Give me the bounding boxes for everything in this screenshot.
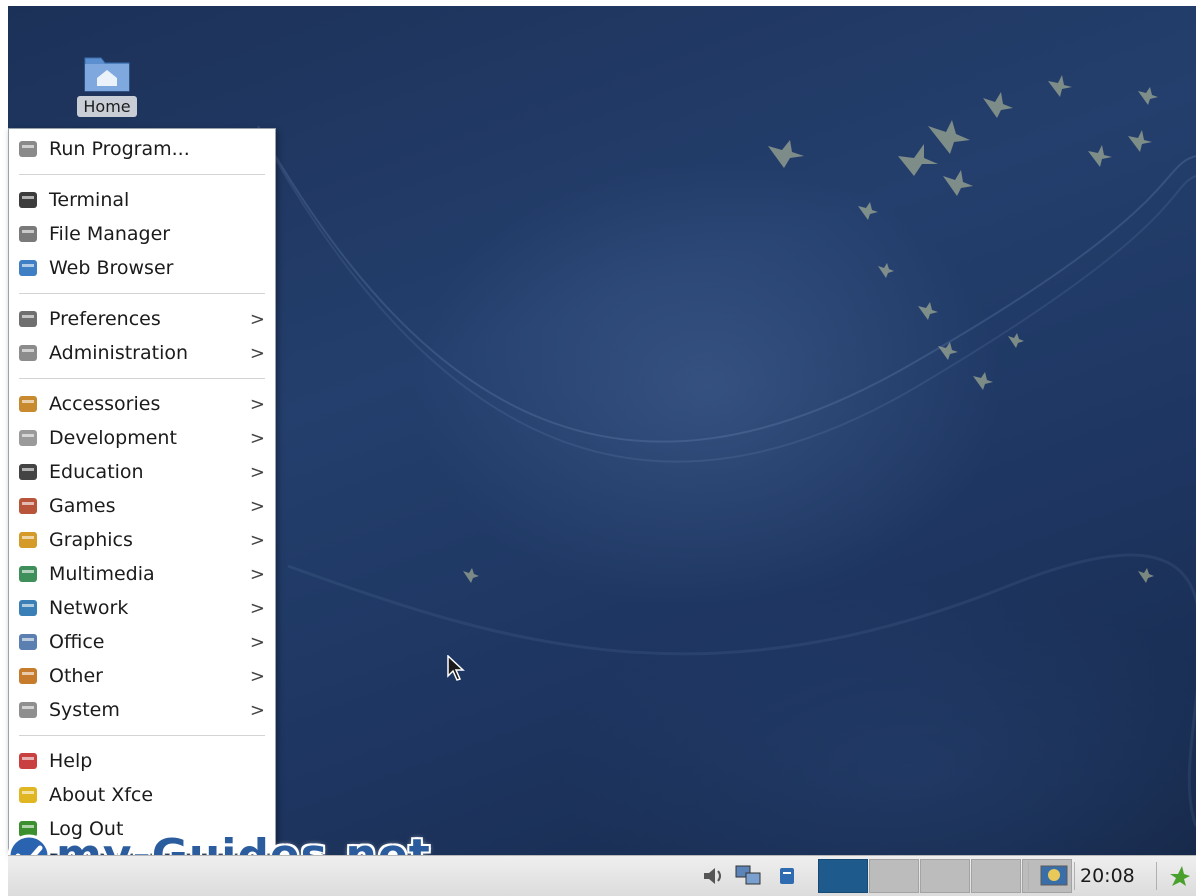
about-icon (19, 787, 37, 803)
workspace-1[interactable] (818, 859, 868, 893)
menu-item-label: Administration (49, 342, 189, 364)
volume-icon[interactable] (700, 863, 726, 889)
administration-icon (19, 345, 37, 361)
submenu-arrow-icon: > (249, 598, 265, 619)
menu-item-about-xfce[interactable]: About Xfce (9, 778, 275, 812)
workspace-2[interactable] (869, 859, 919, 893)
menu-item-label: Accessories (49, 393, 161, 415)
menu-item-label: Terminal (49, 189, 130, 211)
games-icon (19, 498, 37, 514)
terminal-icon (19, 192, 37, 208)
divider (1074, 862, 1075, 890)
menu-item-label: System (49, 699, 120, 721)
submenu-arrow-icon: > (249, 343, 265, 364)
accessories-icon (19, 396, 37, 412)
graphics-icon (19, 532, 37, 548)
menu-separator (19, 735, 265, 736)
submenu-arrow-icon: > (249, 462, 265, 483)
menu-item-label: Office (49, 631, 105, 653)
submenu-arrow-icon: > (249, 564, 265, 585)
menu-item-multimedia[interactable]: Multimedia > (9, 557, 275, 591)
network-icon (19, 600, 37, 616)
menu-item-graphics[interactable]: Graphics > (9, 523, 275, 557)
menu-item-network[interactable]: Network > (9, 591, 275, 625)
menu-item-label: Games (49, 495, 116, 517)
menu-item-label: Graphics (49, 529, 133, 551)
menu-item-label: Web Browser (49, 257, 174, 279)
menu-item-education[interactable]: Education > (9, 455, 275, 489)
office-icon (19, 634, 37, 650)
clipboard-icon[interactable] (776, 863, 798, 889)
multimedia-icon (19, 566, 37, 582)
desktop-icon-label: Home (77, 96, 137, 117)
menu-item-label: Network (49, 597, 129, 619)
submenu-arrow-icon: > (249, 530, 265, 551)
menu-item-other[interactable]: Other > (9, 659, 275, 693)
xfce-mouse-icon[interactable] (1164, 862, 1192, 890)
menu-item-label: About Xfce (49, 784, 154, 806)
applications-menu: Run Program... Terminal File Manager Web Br… (8, 128, 276, 854)
submenu-arrow-icon: > (249, 428, 265, 449)
menu-item-office[interactable]: Office > (9, 625, 275, 659)
menu-item-preferences[interactable]: Preferences > (9, 302, 275, 336)
run-icon (19, 141, 37, 157)
menu-item-label: Run Program... (49, 138, 190, 160)
network-status-icon[interactable] (734, 863, 764, 889)
menu-item-label: Education (49, 461, 144, 483)
submenu-arrow-icon: > (249, 666, 265, 687)
menu-item-system[interactable]: System > (9, 693, 275, 727)
menu-item-label: Preferences (49, 308, 161, 330)
menu-item-file-manager[interactable]: File Manager (9, 217, 275, 251)
web-browser-icon (19, 260, 37, 276)
mouse-pointer-icon (447, 655, 465, 681)
taskbar: 20:08 (8, 855, 1196, 896)
menu-item-help[interactable]: Help (9, 744, 275, 778)
divider (1156, 862, 1157, 890)
submenu-arrow-icon: > (249, 632, 265, 653)
system-tray (700, 856, 798, 896)
divider (1028, 862, 1029, 890)
development-icon (19, 430, 37, 446)
submenu-arrow-icon: > (249, 496, 265, 517)
desktop-icon-home[interactable]: Home (72, 50, 142, 117)
home-folder-icon (84, 57, 130, 92)
show-desktop-icon[interactable] (1040, 864, 1068, 888)
menu-separator (19, 378, 265, 379)
menu-item-accessories[interactable]: Accessories > (9, 387, 275, 421)
education-icon (19, 464, 37, 480)
file-manager-icon (19, 226, 37, 242)
menu-item-terminal[interactable]: Terminal (9, 183, 275, 217)
submenu-arrow-icon: > (249, 309, 265, 330)
help-icon (19, 753, 37, 769)
menu-item-administration[interactable]: Administration > (9, 336, 275, 370)
menu-separator (19, 174, 265, 175)
menu-item-web-browser[interactable]: Web Browser (9, 251, 275, 285)
menu-item-label: Development (49, 427, 177, 449)
system-icon (19, 702, 37, 718)
menu-separator (19, 293, 265, 294)
clock[interactable]: 20:08 (1080, 856, 1135, 896)
submenu-arrow-icon: > (249, 394, 265, 415)
other-icon (19, 668, 37, 684)
menu-item-label: Help (49, 750, 93, 772)
preferences-icon (19, 311, 37, 327)
workspace-4[interactable] (971, 859, 1021, 893)
menu-item-development[interactable]: Development > (9, 421, 275, 455)
workspace-3[interactable] (920, 859, 970, 893)
submenu-arrow-icon: > (249, 700, 265, 721)
menu-item-run-program[interactable]: Run Program... (9, 132, 275, 166)
menu-item-games[interactable]: Games > (9, 489, 275, 523)
menu-item-label: File Manager (49, 223, 171, 245)
menu-item-label: Other (49, 665, 103, 687)
menu-item-label: Multimedia (49, 563, 155, 585)
